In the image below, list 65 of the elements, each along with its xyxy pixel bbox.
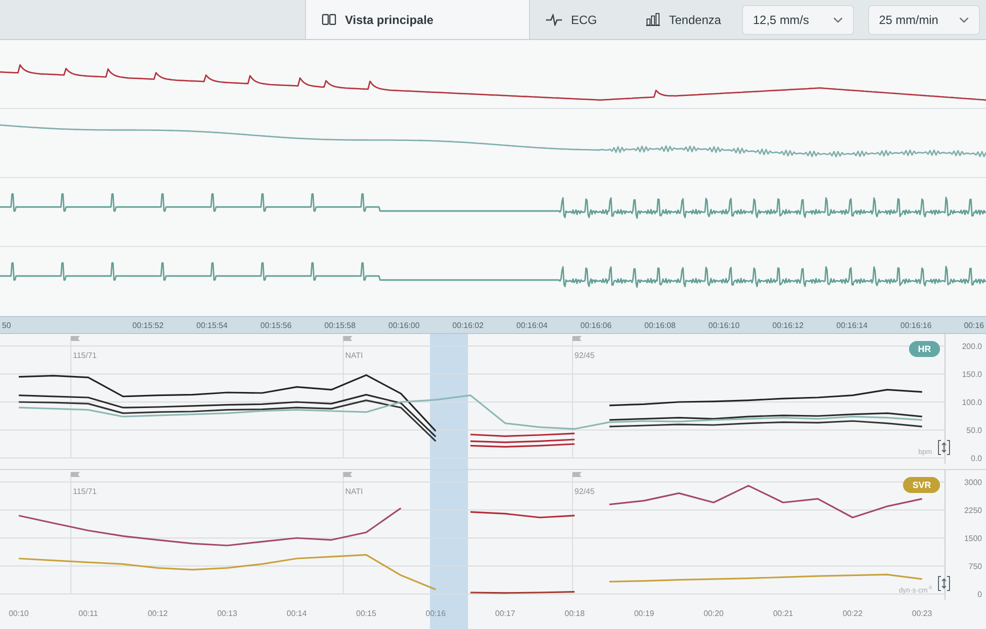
- time-label: 00:16: [964, 320, 985, 330]
- flag-icon: [572, 336, 582, 341]
- time-label: 00:16:02: [452, 320, 484, 330]
- time-label: 00:15:58: [324, 320, 356, 330]
- pulse-icon: [546, 14, 562, 26]
- y-axis-label: 0.0: [970, 454, 982, 463]
- time-label: 50: [1, 320, 11, 330]
- x-axis-label: 00:11: [78, 609, 98, 618]
- tab[interactable]: Vista principale: [305, 0, 530, 39]
- time-label: 00:16:04: [516, 320, 548, 330]
- event-label: 92/45: [574, 351, 595, 360]
- time-label: 00:16:16: [900, 320, 932, 330]
- time-label: 00:16:08: [644, 320, 676, 330]
- vertical-arrows-icon[interactable]: [938, 576, 950, 591]
- x-axis-label: 00:14: [286, 609, 307, 618]
- y-axis-label: 1500: [964, 534, 982, 543]
- tab[interactable]: ECG: [530, 0, 630, 39]
- x-axis-label: 00:12: [148, 609, 168, 618]
- x-axis-label: 00:21: [773, 609, 794, 618]
- x-axis-label: 00:20: [704, 609, 724, 618]
- vertical-arrows-icon[interactable]: [938, 440, 950, 455]
- dropdown[interactable]: 12,5 mm/s: [742, 4, 854, 34]
- chevron-down-icon: [833, 16, 843, 22]
- y-axis-label: 150.0: [962, 370, 982, 379]
- flag-icon: [343, 472, 352, 477]
- y-axis-label: 100.0: [962, 398, 982, 407]
- x-axis-label: 00:17: [495, 609, 516, 618]
- x-axis-label: 00:13: [217, 609, 238, 618]
- y-axis-label: 50.0: [966, 426, 982, 435]
- y-axis-label: 200.0: [962, 342, 982, 351]
- time-label: 00:16:06: [580, 320, 612, 330]
- x-axis-label: 00:19: [634, 609, 654, 618]
- x-axis-label: 00:22: [842, 609, 863, 618]
- time-label: 00:16:00: [388, 320, 420, 330]
- event-label: NATI: [345, 351, 363, 360]
- flag-icon: [70, 336, 80, 341]
- event-label: 92/45: [574, 487, 595, 496]
- event-label: 115/71: [72, 351, 97, 360]
- y-axis-label: 750: [968, 562, 982, 571]
- time-label: 00:15:54: [196, 320, 228, 330]
- flag-icon: [70, 472, 80, 477]
- y-axis-label: 0: [978, 590, 982, 599]
- time-label: 00:16:12: [772, 320, 804, 330]
- chevron-down-icon: [959, 16, 969, 22]
- time-label: 00:15:56: [260, 320, 292, 330]
- x-axis-label: 00:15: [356, 609, 376, 618]
- time-label: 00:16:14: [836, 320, 868, 330]
- x-axis-label: 00:10: [8, 609, 29, 618]
- event-label: NATI: [345, 487, 363, 496]
- y-axis-label: 3000: [964, 478, 982, 487]
- time-label: 00:16:10: [708, 320, 740, 330]
- parameter-badge: HR: [909, 341, 940, 357]
- x-axis-label: 00:23: [912, 609, 932, 618]
- bar-chart-icon: [646, 13, 660, 26]
- flag-icon: [343, 336, 352, 341]
- event-label: 115/71: [72, 487, 97, 496]
- two-panels-icon: [322, 14, 336, 25]
- tab[interactable]: Tendenza: [630, 0, 740, 39]
- y-axis-label: 2250: [964, 506, 982, 515]
- parameter-badge: SVR: [903, 477, 940, 493]
- x-axis-label: 00:16: [426, 609, 446, 618]
- time-label: 00:15:52: [132, 320, 164, 330]
- dropdown[interactable]: 25 mm/min: [868, 4, 980, 34]
- x-axis-label: 00:18: [564, 609, 585, 618]
- flag-icon: [572, 472, 582, 477]
